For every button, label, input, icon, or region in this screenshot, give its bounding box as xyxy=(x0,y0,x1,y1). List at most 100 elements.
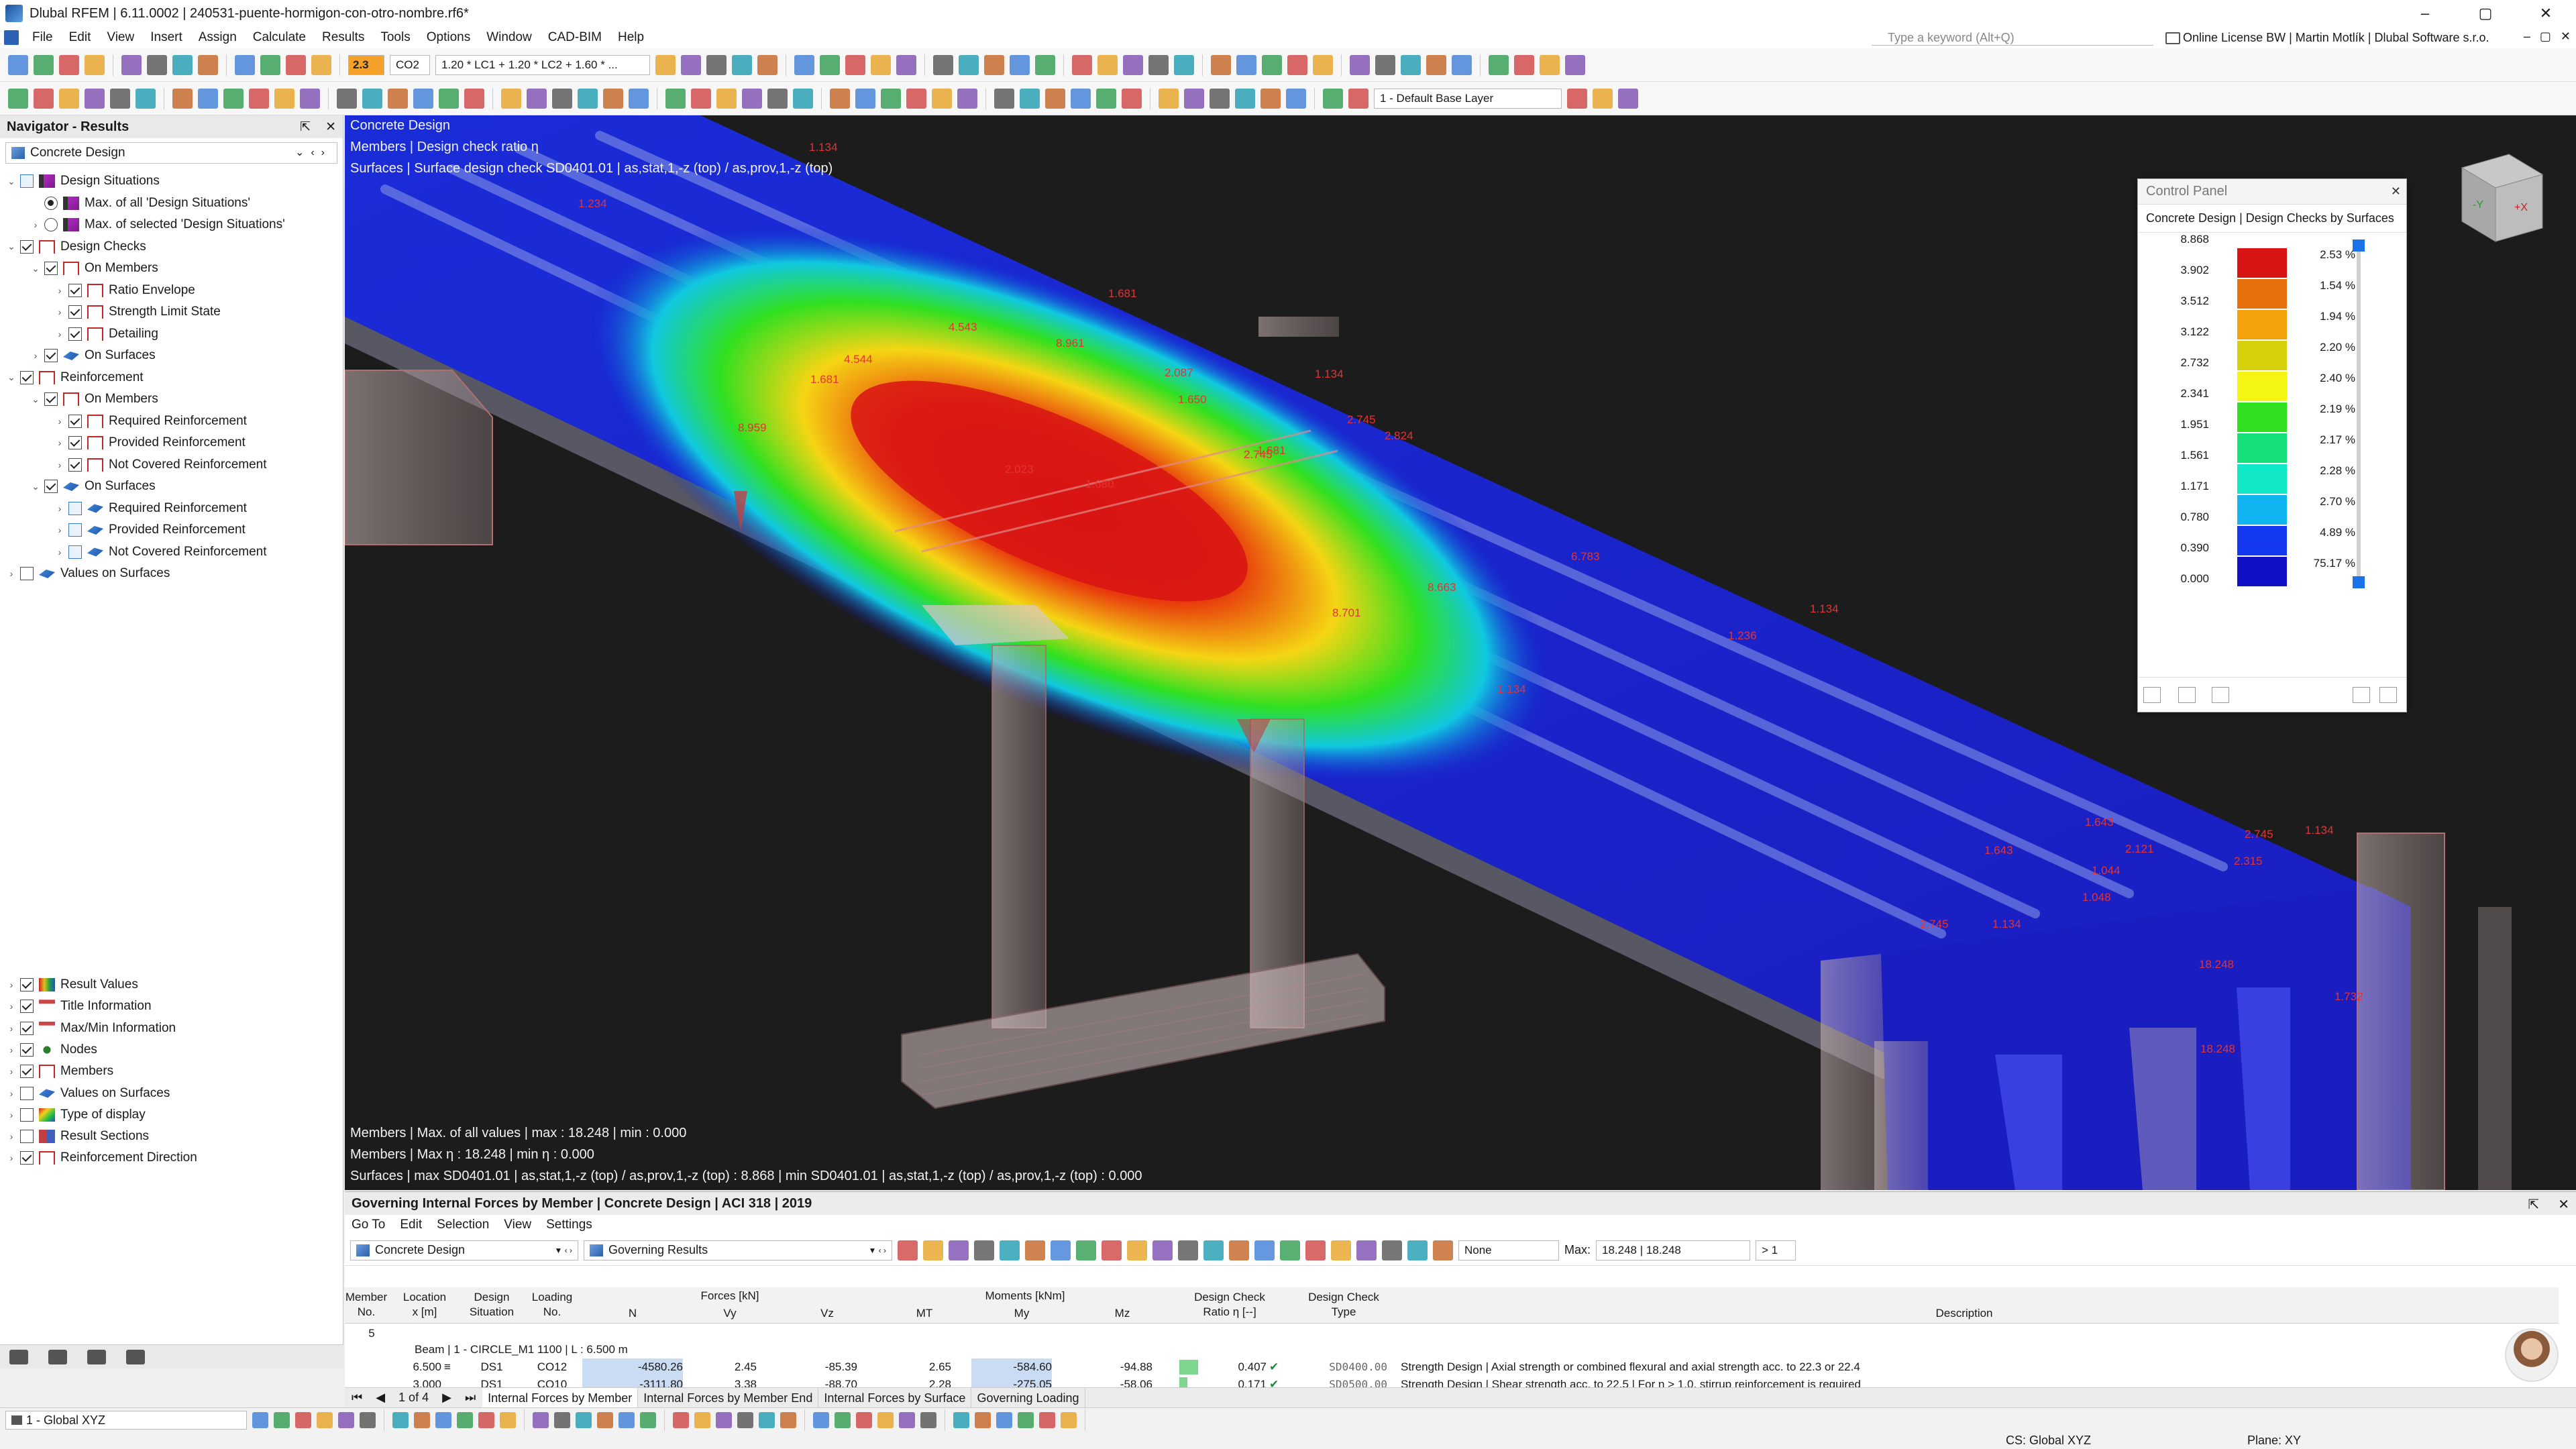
last-page-button[interactable]: ⏭ xyxy=(458,1391,482,1405)
tab-internal-forces-by-member[interactable]: Internal Forces by Member xyxy=(482,1388,638,1408)
tree-checkbox[interactable] xyxy=(20,1151,34,1165)
tree-checkbox[interactable] xyxy=(44,480,58,493)
tree-expander-icon[interactable]: › xyxy=(54,547,66,557)
tree-expander-icon[interactable]: › xyxy=(5,1001,17,1012)
toolbar-tool-icon[interactable] xyxy=(681,55,701,75)
load-case-badge[interactable]: 2.3 xyxy=(348,55,384,75)
toolbar-display-icon[interactable] xyxy=(362,89,382,109)
toolbar-tool-icon[interactable] xyxy=(820,55,840,75)
toolbar-tool-icon[interactable] xyxy=(871,55,891,75)
tree-checkbox[interactable] xyxy=(44,349,58,362)
toolbar-tool-icon[interactable] xyxy=(984,55,1004,75)
statusbar-tool-icon[interactable] xyxy=(716,1412,732,1428)
toolbar-display-icon[interactable] xyxy=(464,89,484,109)
toolbar-tool-icon[interactable] xyxy=(655,55,676,75)
toolbar-display-icon[interactable] xyxy=(691,89,711,109)
toolbar-tool-icon[interactable] xyxy=(1148,55,1169,75)
toolbar-display-icon[interactable] xyxy=(223,89,244,109)
menu-edit[interactable]: Edit xyxy=(61,30,99,45)
statusbar-tool-icon[interactable] xyxy=(1039,1412,1055,1428)
tree-node[interactable]: ›Provided Reinforcement xyxy=(54,519,246,541)
toolbar-display-icon[interactable] xyxy=(767,89,788,109)
statusbar-tool-icon[interactable] xyxy=(877,1412,894,1428)
toolbar-tool-icon[interactable] xyxy=(1072,55,1092,75)
statusbar-tool-icon[interactable] xyxy=(500,1412,516,1428)
results-tool-icon[interactable] xyxy=(898,1240,918,1260)
toolbar-tool-icon[interactable] xyxy=(1097,55,1118,75)
toolbar-tool-icon[interactable] xyxy=(1123,55,1143,75)
export-scale-icon[interactable] xyxy=(2353,687,2370,703)
toolbar-tool-icon[interactable] xyxy=(1350,55,1370,75)
toolbar-display-icon[interactable] xyxy=(830,89,850,109)
toolbar-tool-icon[interactable] xyxy=(1540,55,1560,75)
tree-checkbox[interactable] xyxy=(68,545,82,559)
tree-checkbox[interactable] xyxy=(20,1043,34,1057)
toolbar-display-icon[interactable] xyxy=(110,89,130,109)
toolbar-tool-icon[interactable] xyxy=(794,55,814,75)
toolbar-display-icon[interactable] xyxy=(716,89,737,109)
tree-expander-icon[interactable]: ⌄ xyxy=(5,176,17,187)
menu-cad-bim[interactable]: CAD-BIM xyxy=(540,30,610,45)
tree-node[interactable]: ›Reinforcement Direction xyxy=(5,1147,197,1169)
tree-checkbox[interactable] xyxy=(68,523,82,537)
results-tool-icon[interactable] xyxy=(1433,1240,1453,1260)
toolbar-display-icon[interactable] xyxy=(742,89,762,109)
toolbar-display-icon[interactable] xyxy=(793,89,813,109)
tree-node[interactable]: ›Nodes xyxy=(5,1039,97,1061)
max-filter-field[interactable]: > 1 xyxy=(1756,1240,1796,1260)
keyword-search-input[interactable]: Type a keyword (Alt+Q) xyxy=(1872,30,2153,46)
tree-node[interactable]: ⌄Design Situations xyxy=(5,170,160,192)
toolbar-display-icon[interactable] xyxy=(300,89,320,109)
menu-view[interactable]: View xyxy=(99,30,142,45)
tree-expander-icon[interactable]: › xyxy=(5,979,17,990)
control-panel-close-icon[interactable]: ✕ xyxy=(2391,184,2401,199)
tree-node[interactable]: Max. of all 'Design Situations' xyxy=(30,193,250,214)
results-tool-icon[interactable] xyxy=(949,1240,969,1260)
tree-expander-icon[interactable]: › xyxy=(5,1152,17,1163)
toolbar-display-icon[interactable] xyxy=(1071,89,1091,109)
results-tool-icon[interactable] xyxy=(1331,1240,1351,1260)
toolbar-tool-icon[interactable] xyxy=(1211,55,1231,75)
toolbar-tool-icon[interactable] xyxy=(959,55,979,75)
tree-node[interactable]: ›Type of display xyxy=(5,1104,146,1126)
statusbar-tool-icon[interactable] xyxy=(759,1412,775,1428)
statusbar-tool-icon[interactable] xyxy=(813,1412,829,1428)
tree-node[interactable]: ⌄Reinforcement xyxy=(5,367,144,388)
tree-radio[interactable] xyxy=(44,218,58,231)
toolbar-tool-icon[interactable] xyxy=(1452,55,1472,75)
toolbar-display-icon[interactable] xyxy=(1096,89,1116,109)
tree-expander-icon[interactable]: › xyxy=(30,219,42,230)
minimize-button[interactable]: – xyxy=(2395,0,2455,27)
results-menu-view[interactable]: View xyxy=(504,1218,531,1232)
toolbar-display-icon[interactable] xyxy=(1159,89,1179,109)
results-menu-settings[interactable]: Settings xyxy=(546,1218,592,1232)
results-tool-icon[interactable] xyxy=(1051,1240,1071,1260)
toolbar-display-icon[interactable] xyxy=(1045,89,1065,109)
statusbar-tool-icon[interactable] xyxy=(576,1412,592,1428)
tree-node[interactable]: ›Not Covered Reinforcement xyxy=(54,541,267,563)
toolbar-tool-icon[interactable] xyxy=(1287,55,1307,75)
navigator-selector-arrows[interactable]: ⌄‹› xyxy=(295,146,331,159)
app-menu-icon[interactable] xyxy=(4,30,19,45)
toolbar-tool-icon[interactable] xyxy=(1514,55,1534,75)
statusbar-tool-icon[interactable] xyxy=(996,1412,1012,1428)
statusbar-tool-icon[interactable] xyxy=(619,1412,635,1428)
tree-node[interactable]: ›Result Values xyxy=(5,974,138,996)
first-page-button[interactable]: ⏮ xyxy=(345,1391,369,1405)
tree-expander-icon[interactable]: ⌄ xyxy=(30,394,42,405)
new-file-icon[interactable] xyxy=(8,55,28,75)
toolbar-tool-icon[interactable] xyxy=(845,55,865,75)
tab-internal-forces-by-surface[interactable]: Internal Forces by Surface xyxy=(818,1388,971,1408)
statusbar-tool-icon[interactable] xyxy=(252,1412,268,1428)
toolbar-tool-icon[interactable] xyxy=(933,55,953,75)
print-icon[interactable] xyxy=(311,55,331,75)
toolbar-display-icon[interactable] xyxy=(198,89,218,109)
toolbar-tool-icon[interactable] xyxy=(1313,55,1333,75)
tree-checkbox[interactable] xyxy=(20,1087,34,1100)
toolbar-tool-icon[interactable] xyxy=(1426,55,1446,75)
tree-checkbox[interactable] xyxy=(20,1000,34,1013)
toolbar-display-icon[interactable] xyxy=(1235,89,1255,109)
results-tool-icon[interactable] xyxy=(1407,1240,1428,1260)
statusbar-tool-icon[interactable] xyxy=(554,1412,570,1428)
results-tool-icon[interactable] xyxy=(1000,1240,1020,1260)
